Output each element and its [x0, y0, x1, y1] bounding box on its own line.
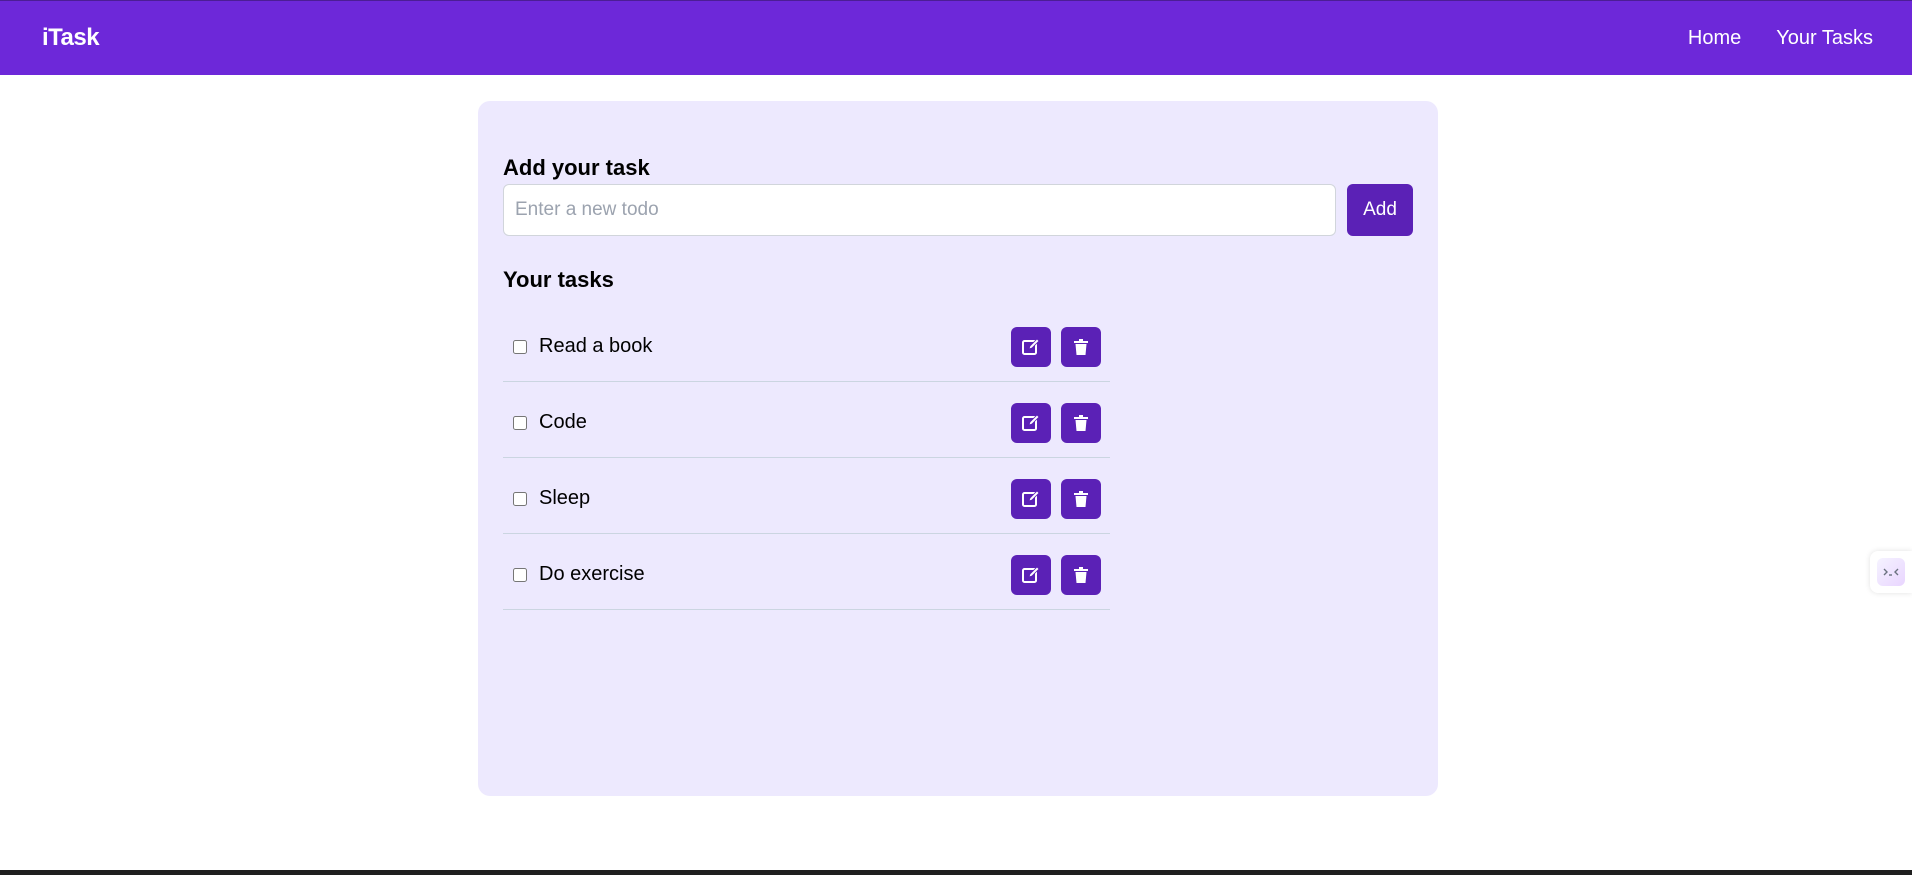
add-task-row: Add — [503, 184, 1413, 236]
trash-icon — [1074, 566, 1088, 583]
edit-button[interactable] — [1011, 402, 1051, 443]
task-text: Sleep — [539, 487, 591, 509]
task-actions — [1011, 402, 1101, 443]
edit-icon — [1021, 565, 1041, 585]
your-tasks-heading: Your tasks — [503, 267, 614, 292]
nav-link-your-tasks[interactable]: Your Tasks — [1776, 27, 1873, 50]
edit-icon — [1021, 413, 1041, 433]
task-row: Do exercise — [503, 534, 1110, 610]
add-task-heading: Add your task — [503, 155, 650, 180]
navbar: iTask Home Your Tasks — [0, 0, 1912, 75]
edit-button[interactable] — [1011, 554, 1051, 595]
bottom-bar — [0, 870, 1912, 875]
brand-logo[interactable]: iTask — [42, 24, 100, 52]
delete-button[interactable] — [1061, 326, 1101, 367]
nav-link-home[interactable]: Home — [1688, 27, 1741, 50]
task-left: Do exercise — [513, 563, 645, 586]
task-left: Code — [513, 411, 587, 434]
delete-button[interactable] — [1061, 554, 1101, 595]
task-row: Sleep — [503, 458, 1110, 534]
task-text: Read a book — [539, 335, 653, 357]
delete-button[interactable] — [1061, 478, 1101, 519]
task-row: Code — [503, 382, 1110, 458]
todo-card: Add your task Add Your tasks Read a book — [478, 101, 1438, 796]
side-widget[interactable] — [1870, 551, 1912, 593]
add-button[interactable]: Add — [1347, 184, 1413, 236]
task-checkbox[interactable] — [513, 415, 527, 430]
edit-icon — [1021, 337, 1041, 357]
task-actions — [1011, 554, 1101, 595]
edit-icon — [1021, 489, 1041, 509]
task-checkbox[interactable] — [513, 567, 527, 582]
task-left: Sleep — [513, 487, 590, 510]
task-checkbox[interactable] — [513, 491, 527, 506]
task-left: Read a book — [513, 335, 652, 358]
task-row: Read a book — [503, 306, 1110, 382]
task-actions — [1011, 478, 1101, 519]
todo-input[interactable] — [503, 184, 1337, 236]
task-text: Do exercise — [539, 563, 645, 585]
delete-button[interactable] — [1061, 402, 1101, 443]
task-checkbox[interactable] — [513, 339, 527, 354]
edit-button[interactable] — [1011, 326, 1051, 367]
task-text: Code — [539, 411, 587, 433]
extension-icon — [1877, 558, 1905, 586]
task-list: Read a book Code Sleep Do exercise — [503, 306, 1110, 610]
nav-links: Home Your Tasks — [1688, 27, 1873, 50]
edit-button[interactable] — [1011, 478, 1051, 519]
task-actions — [1011, 326, 1101, 367]
trash-icon — [1074, 414, 1088, 431]
trash-icon — [1074, 338, 1088, 355]
trash-icon — [1074, 490, 1088, 507]
